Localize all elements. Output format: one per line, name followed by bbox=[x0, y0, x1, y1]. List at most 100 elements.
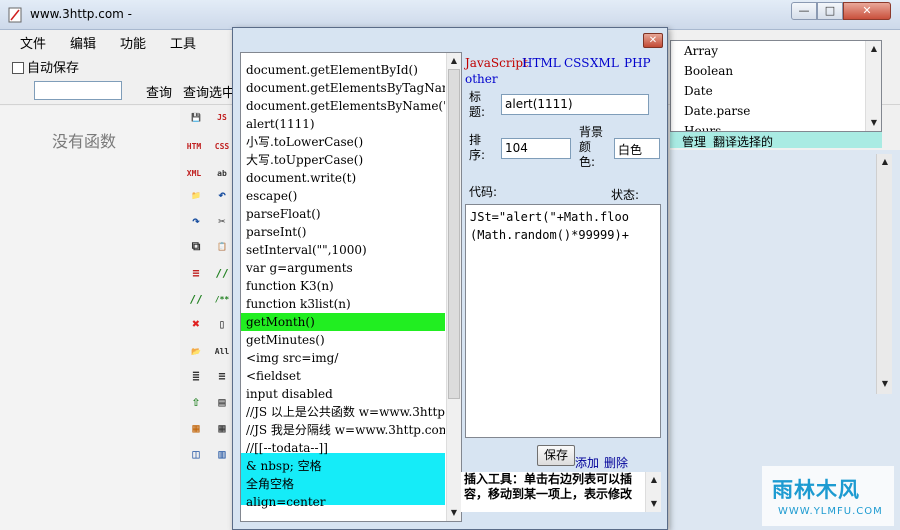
scroll-up-icon[interactable]: ▲ bbox=[866, 41, 881, 57]
redo-icon[interactable]: ↷ bbox=[188, 214, 204, 229]
function-list-scrollbar[interactable]: ▲ ▼ bbox=[446, 53, 461, 521]
delete-link[interactable]: 删除 bbox=[604, 454, 628, 471]
function-list-item[interactable]: setInterval("",1000) bbox=[241, 241, 445, 259]
panel-icon[interactable]: ▥ bbox=[214, 447, 230, 462]
open-folder-icon[interactable]: 📂 bbox=[188, 344, 204, 359]
scroll-up-icon[interactable]: ▲ bbox=[646, 472, 661, 488]
function-list-item[interactable]: document.write(t) bbox=[241, 169, 445, 187]
function-list-item[interactable]: & nbsp; 空格 bbox=[241, 457, 445, 475]
minimize-button[interactable]: — bbox=[791, 2, 817, 20]
upload-icon[interactable]: ⇧ bbox=[188, 395, 204, 410]
format-icon[interactable]: ≡ bbox=[214, 369, 230, 384]
copy-icon[interactable]: ⧉ bbox=[188, 239, 204, 254]
tab-css[interactable]: CSS bbox=[564, 56, 589, 70]
search-input[interactable] bbox=[34, 81, 122, 100]
query-selected-button[interactable]: 查询选中 bbox=[183, 82, 235, 101]
function-list-item[interactable]: //JS 以上是公共函数 w=www.3http... bbox=[241, 403, 445, 421]
delete-icon[interactable]: ✖ bbox=[188, 317, 204, 332]
menu-edit[interactable]: 编辑 bbox=[70, 33, 96, 52]
new-page-icon[interactable]: ▯ bbox=[214, 317, 230, 332]
text-icon[interactable]: ▤ bbox=[214, 395, 230, 410]
function-list-item[interactable]: parseInt() bbox=[241, 223, 445, 241]
function-list-item[interactable]: function k3list(n) bbox=[241, 295, 445, 313]
folder-delete-icon[interactable]: 📁 bbox=[188, 188, 204, 203]
block-comment-icon[interactable]: /** bbox=[214, 292, 230, 307]
menu-function[interactable]: 功能 bbox=[120, 33, 146, 52]
save-icon[interactable]: 💾 bbox=[188, 110, 204, 125]
object-list[interactable]: Array Boolean Date Date.parse Hours ▲ ▼ bbox=[670, 40, 882, 132]
function-list-item[interactable]: function K3(n) bbox=[241, 277, 445, 295]
function-list-item[interactable]: document.getElementsByName("ta") bbox=[241, 97, 445, 115]
menu-file[interactable]: 文件 bbox=[20, 33, 46, 52]
function-list-item[interactable]: parseFloat() bbox=[241, 205, 445, 223]
tab-javascript[interactable]: JavaScript bbox=[465, 56, 528, 70]
scroll-up-icon[interactable]: ▲ bbox=[877, 154, 893, 170]
function-list-item[interactable]: getMonth() bbox=[241, 313, 445, 331]
align-icon[interactable]: ≣ bbox=[188, 369, 204, 384]
code-editor[interactable]: JSt="alert("+Math.floo (Math.random()*99… bbox=[465, 204, 661, 438]
order-input[interactable]: 104 bbox=[501, 138, 571, 159]
function-list-item[interactable]: alert(1111) bbox=[241, 115, 445, 133]
maximize-button[interactable]: □ bbox=[817, 2, 843, 20]
manage-link[interactable]: 管理 bbox=[682, 133, 706, 150]
xml-icon[interactable]: XML bbox=[186, 166, 202, 181]
cut-icon[interactable]: ✂ bbox=[214, 214, 230, 229]
ab-icon[interactable]: ab bbox=[214, 166, 230, 181]
function-list-item[interactable]: document.getElementsByTagName("di... bbox=[241, 79, 445, 97]
tab-html[interactable]: HTML bbox=[522, 56, 561, 70]
css-icon[interactable]: CSS bbox=[214, 139, 230, 154]
tab-other[interactable]: other bbox=[465, 72, 498, 86]
list-item[interactable]: Hours bbox=[684, 124, 721, 131]
function-list-item[interactable]: 大写.toUpperCase() bbox=[241, 151, 445, 169]
title-input[interactable]: alert(1111) bbox=[501, 94, 649, 115]
autosave-checkbox[interactable]: 自动保存 bbox=[12, 57, 79, 76]
list-item[interactable]: Date.parse bbox=[684, 104, 750, 118]
undo-icon[interactable]: ↶ bbox=[214, 188, 230, 203]
menu-tools[interactable]: 工具 bbox=[170, 33, 196, 52]
add-link[interactable]: 添加 bbox=[575, 454, 599, 471]
close-button[interactable]: ✕ bbox=[843, 2, 891, 20]
function-list-item[interactable]: var g=arguments bbox=[241, 259, 445, 277]
function-list-item[interactable]: //[[--todata--]] bbox=[241, 439, 445, 457]
function-list-item[interactable]: getMinutes() bbox=[241, 331, 445, 349]
grid-icon[interactable]: ▦ bbox=[188, 421, 204, 436]
query-button[interactable]: 查询 bbox=[146, 82, 172, 101]
paste-icon[interactable]: 📋 bbox=[214, 239, 230, 254]
checkbox-box[interactable] bbox=[12, 62, 24, 74]
save-button[interactable]: 保存 bbox=[537, 445, 575, 466]
window-icon[interactable]: ◫ bbox=[188, 447, 204, 462]
function-list[interactable]: document.getElementById() document.getEle… bbox=[240, 52, 462, 522]
tab-php[interactable]: PHP bbox=[624, 56, 651, 70]
function-list-item[interactable]: document.getElementById() bbox=[241, 61, 445, 79]
scroll-down-icon[interactable]: ▼ bbox=[447, 505, 461, 521]
list-item[interactable]: Boolean bbox=[684, 64, 733, 78]
list-item[interactable]: Array bbox=[684, 44, 718, 58]
translate-selected-link[interactable]: 翻译选择的 bbox=[713, 133, 773, 150]
list-item[interactable]: Date bbox=[684, 84, 713, 98]
tab-xml[interactable]: XML bbox=[590, 56, 619, 70]
function-list-item[interactable]: 全角空格 bbox=[241, 475, 445, 493]
function-list-item[interactable]: input disabled bbox=[241, 385, 445, 403]
function-list-item[interactable]: <img src=img/ bbox=[241, 349, 445, 367]
table-icon[interactable]: ▦ bbox=[214, 421, 230, 436]
all-icon[interactable]: All bbox=[214, 344, 230, 359]
dialog-close-button[interactable]: ✕ bbox=[643, 33, 663, 48]
function-list-item[interactable]: 小写.toLowerCase() bbox=[241, 133, 445, 151]
scroll-down-icon[interactable]: ▼ bbox=[866, 115, 881, 131]
js-icon[interactable]: JS bbox=[214, 110, 230, 125]
list-scrollbar[interactable]: ▲ ▼ bbox=[865, 41, 881, 131]
function-list-item[interactable]: //JS 我是分隔线 w=www.3http.com bbox=[241, 421, 445, 439]
background-color-select[interactable]: 白色 bbox=[614, 138, 660, 159]
comment-icon[interactable]: // bbox=[214, 266, 230, 281]
scroll-down-icon[interactable]: ▼ bbox=[646, 496, 661, 512]
html-icon[interactable]: HTM bbox=[186, 139, 202, 154]
scroll-up-icon[interactable]: ▲ bbox=[447, 53, 461, 69]
function-list-item[interactable]: escape() bbox=[241, 187, 445, 205]
clear-icon[interactable]: ≡ bbox=[188, 266, 204, 281]
function-list-item[interactable]: <fieldset bbox=[241, 367, 445, 385]
scroll-thumb[interactable] bbox=[448, 69, 460, 399]
editor-scrollbar[interactable]: ▲ ▼ bbox=[876, 154, 892, 394]
function-list-item[interactable]: align=center bbox=[241, 493, 445, 511]
insert-scrollbar[interactable]: ▲ ▼ bbox=[645, 472, 661, 512]
scroll-down-icon[interactable]: ▼ bbox=[877, 376, 893, 392]
